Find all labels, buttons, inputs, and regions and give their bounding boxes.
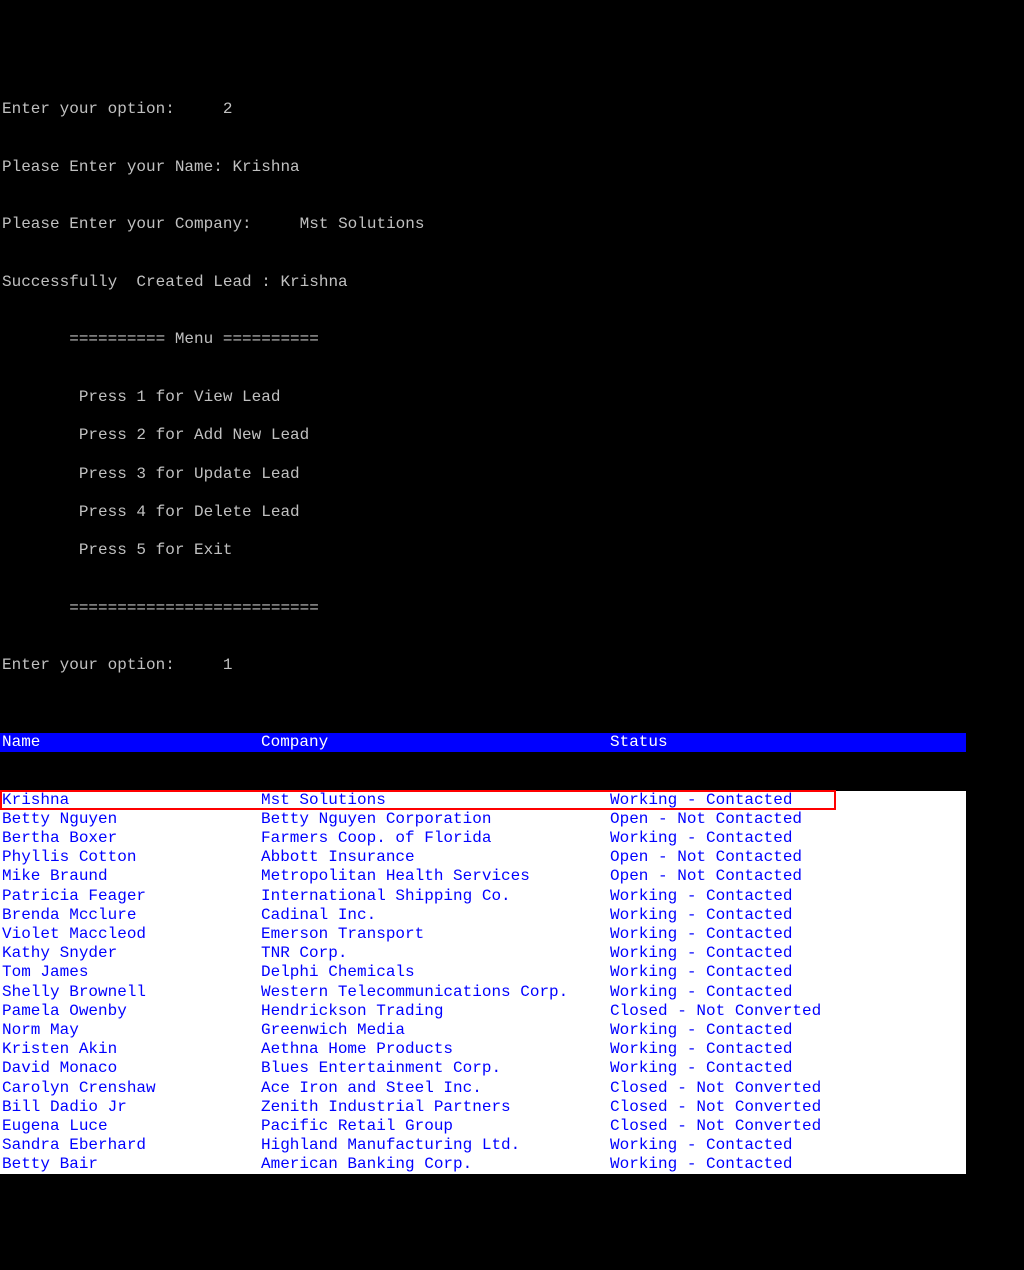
table-row: Kathy SnyderTNR Corp.Working - Contacted xyxy=(0,944,966,963)
table-row: Eugena LucePacific Retail GroupClosed - … xyxy=(0,1117,966,1136)
cell-name: Betty Nguyen xyxy=(0,810,261,829)
table-row: KrishnaMst SolutionsWorking - Contacted xyxy=(0,791,966,810)
menu-item-view: Press 1 for View Lead xyxy=(2,388,1024,407)
cell-company: Betty Nguyen Corporation xyxy=(261,810,610,829)
cell-company: Hendrickson Trading xyxy=(261,1002,610,1021)
table-row: Betty NguyenBetty Nguyen CorporationOpen… xyxy=(0,810,966,829)
cell-company: Mst Solutions xyxy=(261,791,610,810)
success-message: Successfully Created Lead : Krishna xyxy=(2,273,1024,292)
menu-item-update: Press 3 for Update Lead xyxy=(2,465,1024,484)
table-row: Mike BraundMetropolitan Health ServicesO… xyxy=(0,867,966,886)
table-row: Phyllis CottonAbbott InsuranceOpen - Not… xyxy=(0,848,966,867)
cell-status: Closed - Not Converted xyxy=(610,1079,966,1098)
cell-name: Krishna xyxy=(0,791,261,810)
table-row: Kristen AkinAethna Home ProductsWorking … xyxy=(0,1040,966,1059)
menu-item-exit: Press 5 for Exit xyxy=(2,541,1024,560)
menu-footer: ========================== xyxy=(2,599,1024,618)
cell-company: Highland Manufacturing Ltd. xyxy=(261,1136,610,1155)
cell-company: American Banking Corp. xyxy=(261,1155,610,1174)
cell-name: Phyllis Cotton xyxy=(0,848,261,867)
cell-name: Shelly Brownell xyxy=(0,983,261,1002)
cell-name: Mike Braund xyxy=(0,867,261,886)
cell-status: Working - Contacted xyxy=(610,791,966,810)
cell-status: Working - Contacted xyxy=(610,925,966,944)
table-row: Betty BairAmerican Banking Corp.Working … xyxy=(0,1155,966,1174)
company-prompt: Please Enter your Company: Mst Solutions xyxy=(2,215,1024,234)
cell-name: Kathy Snyder xyxy=(0,944,261,963)
cell-status: Closed - Not Converted xyxy=(610,1098,966,1117)
cell-company: Blues Entertainment Corp. xyxy=(261,1059,610,1078)
table-row: Patricia FeagerInternational Shipping Co… xyxy=(0,887,966,906)
cell-company: International Shipping Co. xyxy=(261,887,610,906)
cell-company: Aethna Home Products xyxy=(261,1040,610,1059)
cell-status: Working - Contacted xyxy=(610,887,966,906)
cell-status: Open - Not Contacted xyxy=(610,867,966,886)
terminal-output: Enter your option: 2 Please Enter your N… xyxy=(0,77,1024,695)
cell-status: Working - Contacted xyxy=(610,829,966,848)
cell-company: Zenith Industrial Partners xyxy=(261,1098,610,1117)
cell-name: Violet Maccleod xyxy=(0,925,261,944)
cell-status: Working - Contacted xyxy=(610,1021,966,1040)
table-row: Pamela OwenbyHendrickson TradingClosed -… xyxy=(0,1002,966,1021)
cell-status: Closed - Not Converted xyxy=(610,1002,966,1021)
name-prompt: Please Enter your Name: Krishna xyxy=(2,158,1024,177)
cell-name: Sandra Eberhard xyxy=(0,1136,261,1155)
cell-company: Cadinal Inc. xyxy=(261,906,610,925)
cell-status: Working - Contacted xyxy=(610,1059,966,1078)
menu-item-add: Press 2 for Add New Lead xyxy=(2,426,1024,445)
table-row: Brenda McclureCadinal Inc.Working - Cont… xyxy=(0,906,966,925)
cell-name: Betty Bair xyxy=(0,1155,261,1174)
table-header: Name Company Status xyxy=(0,733,966,752)
cell-name: Brenda Mcclure xyxy=(0,906,261,925)
option-prompt-2: Enter your option: 1 xyxy=(2,656,1024,675)
cell-status: Closed - Not Converted xyxy=(610,1117,966,1136)
table-row: Violet MaccleodEmerson TransportWorking … xyxy=(0,925,966,944)
cell-status: Open - Not Contacted xyxy=(610,848,966,867)
table-row: Sandra EberhardHighland Manufacturing Lt… xyxy=(0,1136,966,1155)
cell-name: Eugena Luce xyxy=(0,1117,261,1136)
cell-name: Bertha Boxer xyxy=(0,829,261,848)
table-row: Bill Dadio JrZenith Industrial PartnersC… xyxy=(0,1098,966,1117)
cell-name: Patricia Feager xyxy=(0,887,261,906)
table-row: Bertha BoxerFarmers Coop. of FloridaWork… xyxy=(0,829,966,848)
lead-table: KrishnaMst SolutionsWorking - ContactedB… xyxy=(0,791,966,1175)
cell-status: Working - Contacted xyxy=(610,963,966,982)
cell-company: Metropolitan Health Services xyxy=(261,867,610,886)
cell-status: Working - Contacted xyxy=(610,1155,966,1174)
header-name: Name xyxy=(0,733,261,752)
cell-name: Norm May xyxy=(0,1021,261,1040)
cell-company: Ace Iron and Steel Inc. xyxy=(261,1079,610,1098)
cell-status: Working - Contacted xyxy=(610,1136,966,1155)
cell-name: Bill Dadio Jr xyxy=(0,1098,261,1117)
table-row: Tom JamesDelphi ChemicalsWorking - Conta… xyxy=(0,963,966,982)
table-row: Carolyn CrenshawAce Iron and Steel Inc.C… xyxy=(0,1079,966,1098)
cell-company: Greenwich Media xyxy=(261,1021,610,1040)
cell-company: Farmers Coop. of Florida xyxy=(261,829,610,848)
table-row: David MonacoBlues Entertainment Corp.Wor… xyxy=(0,1059,966,1078)
table-row: Norm MayGreenwich MediaWorking - Contact… xyxy=(0,1021,966,1040)
cell-company: TNR Corp. xyxy=(261,944,610,963)
cell-company: Western Telecommunications Corp. xyxy=(261,983,610,1002)
menu-item-delete: Press 4 for Delete Lead xyxy=(2,503,1024,522)
cell-status: Working - Contacted xyxy=(610,1040,966,1059)
cell-name: Pamela Owenby xyxy=(0,1002,261,1021)
cell-status: Working - Contacted xyxy=(610,944,966,963)
cell-name: Kristen Akin xyxy=(0,1040,261,1059)
cell-company: Abbott Insurance xyxy=(261,848,610,867)
table-row: Shelly BrownellWestern Telecommunication… xyxy=(0,983,966,1002)
cell-company: Pacific Retail Group xyxy=(261,1117,610,1136)
header-company: Company xyxy=(261,733,610,752)
option-prompt-1: Enter your option: 2 xyxy=(2,100,1024,119)
cell-status: Working - Contacted xyxy=(610,983,966,1002)
cell-name: David Monaco xyxy=(0,1059,261,1078)
cell-status: Open - Not Contacted xyxy=(610,810,966,829)
cell-company: Delphi Chemicals xyxy=(261,963,610,982)
cell-company: Emerson Transport xyxy=(261,925,610,944)
header-status: Status xyxy=(610,733,966,752)
menu-header: ========== Menu ========== xyxy=(2,330,1024,349)
cell-name: Tom James xyxy=(0,963,261,982)
cell-status: Working - Contacted xyxy=(610,906,966,925)
cell-name: Carolyn Crenshaw xyxy=(0,1079,261,1098)
